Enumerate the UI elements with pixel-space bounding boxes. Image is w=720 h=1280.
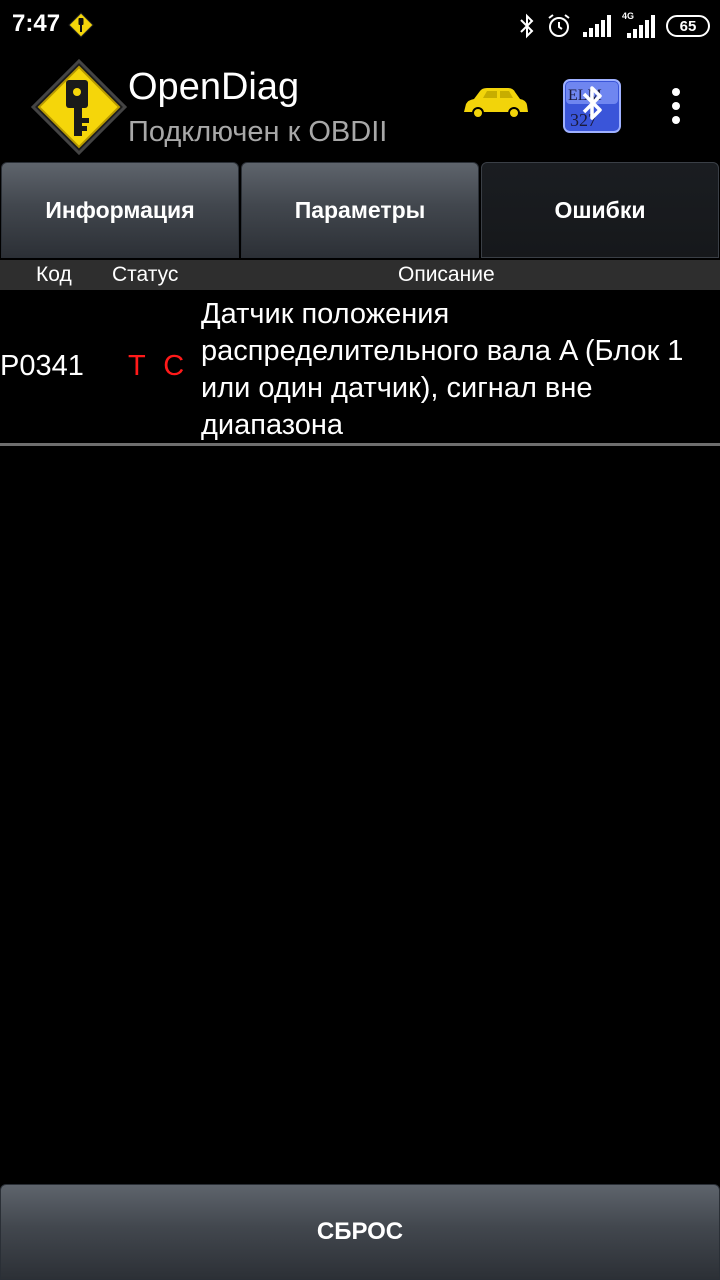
tab-parameters[interactable]: Параметры bbox=[241, 162, 479, 258]
app-bar: OpenDiag Подключен к OBDII ELM 327 bbox=[0, 52, 720, 160]
car-icon[interactable] bbox=[460, 82, 530, 124]
table-row[interactable]: P0341 T C Датчик положения распределител… bbox=[0, 292, 720, 446]
battery-level: 65 bbox=[679, 17, 697, 35]
status-icons: 4G 65 bbox=[518, 10, 710, 42]
overflow-menu-icon[interactable] bbox=[656, 80, 696, 132]
signal-4g-icon: 4G bbox=[622, 11, 656, 39]
tab-bar: Информация Параметры Ошибки bbox=[0, 162, 720, 258]
app-notification-icon bbox=[68, 12, 94, 38]
app-title: OpenDiag bbox=[128, 66, 300, 108]
tab-errors[interactable]: Ошибки bbox=[481, 162, 719, 258]
status-time: 7:47 bbox=[12, 10, 61, 37]
signal-icon bbox=[583, 15, 611, 37]
table-header: Код Статус Описание bbox=[0, 260, 720, 290]
bluetooth-icon bbox=[520, 13, 534, 39]
reset-button[interactable]: СБРОС bbox=[0, 1184, 720, 1280]
alarm-icon bbox=[548, 14, 570, 37]
column-header-status: Статус bbox=[112, 263, 179, 286]
connection-status: Подключен к OBDII bbox=[128, 116, 388, 148]
tab-information[interactable]: Информация bbox=[1, 162, 239, 258]
key-diamond-icon[interactable] bbox=[30, 58, 128, 156]
column-header-description: Описание bbox=[398, 263, 495, 286]
error-status: T C bbox=[128, 350, 185, 382]
bluetooth-elm327-icon[interactable]: ELM 327 bbox=[562, 78, 622, 134]
status-bar: 7:47 4G 65 bbox=[0, 0, 720, 52]
column-header-code: Код bbox=[36, 263, 72, 286]
error-description: Датчик положения распределительного вала… bbox=[201, 298, 684, 441]
battery-icon: 65 bbox=[666, 15, 710, 37]
error-code: P0341 bbox=[0, 350, 84, 382]
